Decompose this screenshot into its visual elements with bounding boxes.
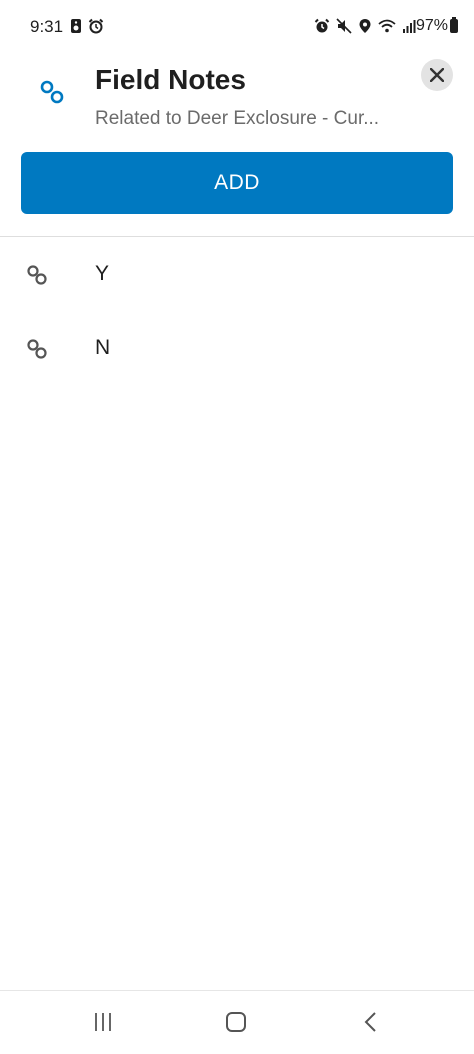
location-icon: [359, 19, 371, 33]
status-time: 9:31: [30, 17, 64, 36]
back-icon[interactable]: [360, 1011, 382, 1033]
signal-icon: [403, 20, 416, 33]
list-item[interactable]: N: [0, 319, 474, 379]
page-subtitle: Related to Deer Exclosure - Cur...: [95, 108, 380, 129]
navigation-bar: [0, 990, 474, 1054]
status-bar: 9:31 97%: [0, 0, 474, 52]
page-title: Field Notes: [95, 64, 246, 95]
wifi-icon: [378, 19, 396, 33]
close-icon: [430, 68, 444, 82]
battery-percent: 97%: [415, 17, 448, 34]
link-icon: [40, 80, 64, 104]
link-icon: [27, 265, 47, 285]
alarm-icon: [314, 18, 330, 33]
status-right-icons: [314, 18, 416, 34]
link-icon: [27, 339, 47, 359]
add-button[interactable]: ADD: [21, 152, 453, 214]
divider: [0, 236, 474, 237]
close-button[interactable]: [421, 59, 453, 91]
list-item-label: Y: [95, 262, 110, 285]
mute-icon: [336, 18, 352, 34]
alarm-icon: [88, 18, 104, 34]
recent-apps-icon[interactable]: [92, 1011, 114, 1033]
list-item[interactable]: Y: [0, 245, 474, 305]
home-icon[interactable]: [225, 1011, 247, 1033]
status-left-icons: [70, 18, 104, 34]
speaker-icon: [71, 19, 81, 33]
battery-icon: [450, 17, 458, 33]
list-item-label: N: [95, 336, 111, 359]
